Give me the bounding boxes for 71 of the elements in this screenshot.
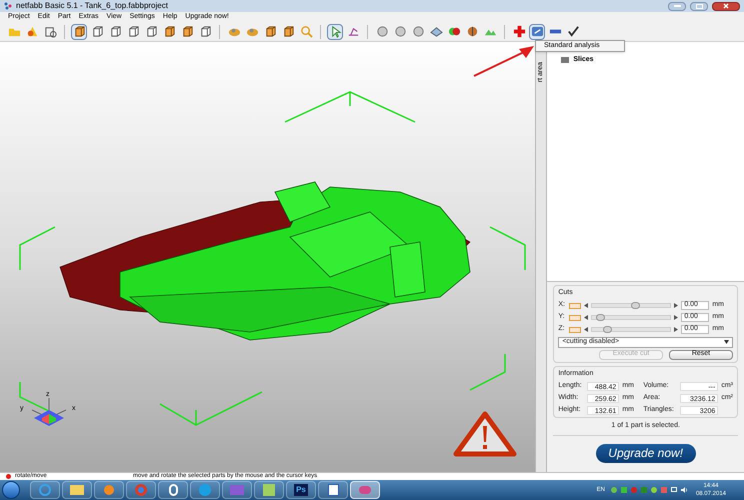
pill-icon — [448, 25, 460, 38]
slider-thumb[interactable] — [631, 302, 640, 309]
network-icon[interactable] — [670, 487, 677, 492]
sphere-icon — [394, 25, 406, 38]
measure-icon — [44, 25, 56, 38]
cube-icon — [126, 25, 140, 38]
cube-icon — [264, 25, 276, 38]
folder-icon — [70, 485, 84, 495]
ball-icon — [466, 25, 478, 38]
start-button[interactable] — [2, 481, 20, 499]
slider-track[interactable] — [591, 315, 672, 320]
analysis-button[interactable] — [529, 24, 545, 40]
taskbar-button[interactable] — [222, 481, 252, 499]
shell-icon — [430, 25, 442, 38]
left-arrow-icon[interactable] — [584, 315, 588, 320]
close-icon — [723, 3, 729, 9]
taskbar-button[interactable] — [318, 481, 348, 499]
taskbar-button[interactable] — [62, 481, 92, 499]
taskbar-button[interactable]: Ps — [286, 481, 316, 499]
rotate-tool-icon — [346, 25, 360, 38]
cube-icon — [198, 25, 212, 38]
speaker-icon[interactable] — [680, 487, 688, 493]
maximize-button[interactable] — [690, 2, 708, 10]
slider-thumb[interactable] — [603, 326, 612, 333]
right-arrow-icon[interactable] — [674, 315, 678, 320]
app-logo: Ps — [294, 484, 308, 496]
axis-color-button[interactable] — [569, 302, 582, 308]
taskbar-button[interactable] — [158, 481, 188, 499]
app-icon — [4, 2, 12, 10]
axis-color-button[interactable] — [569, 326, 582, 332]
ring-icon — [168, 484, 178, 496]
pointer-button[interactable] — [327, 24, 343, 40]
cube-icon — [162, 25, 176, 38]
slider-track[interactable] — [591, 303, 672, 308]
caret-icon — [724, 340, 729, 344]
warning-icon[interactable] — [452, 410, 518, 458]
right-arrow-icon[interactable] — [674, 327, 678, 332]
slider-track[interactable] — [591, 327, 672, 332]
sphere-icon — [376, 25, 388, 38]
left-arrow-icon[interactable] — [584, 303, 588, 308]
plus-button[interactable] — [511, 24, 527, 40]
axis-color-button[interactable] — [569, 314, 582, 320]
cube-icon — [90, 25, 104, 38]
cube-icon — [144, 25, 158, 38]
upgrade-button[interactable]: Upgrade now! — [596, 444, 696, 462]
left-arrow-icon[interactable] — [584, 327, 588, 332]
plus-icon — [512, 25, 526, 38]
slider-thumb[interactable] — [596, 314, 606, 321]
slices-icon — [561, 57, 570, 64]
cube-icon — [180, 25, 194, 38]
magnifier-icon — [300, 25, 312, 38]
close-button[interactable] — [712, 2, 740, 10]
taskbar-button[interactable] — [190, 481, 220, 499]
shapes-icon — [26, 25, 38, 38]
window-title: netfabb Basic 5.1 - Tank_6_top.fabbproject — [16, 0, 168, 12]
cube-button[interactable] — [71, 24, 87, 40]
taskbar-button[interactable] — [30, 481, 60, 499]
tank-model-drawing[interactable] — [60, 182, 470, 340]
cube-icon — [282, 25, 294, 38]
taskbar-button[interactable] — [126, 481, 156, 499]
analysis-icon — [530, 25, 544, 38]
taskbar-button[interactable] — [254, 481, 284, 499]
sphere-icon — [412, 25, 424, 38]
check-icon — [566, 25, 580, 38]
minimize-button[interactable] — [668, 2, 686, 10]
cube-icon — [72, 25, 86, 38]
right-arrow-icon[interactable] — [674, 303, 678, 308]
taskbar-button[interactable] — [350, 481, 380, 499]
cube-icon — [108, 25, 122, 38]
document-icon — [328, 484, 338, 496]
taskbar-button[interactable] — [94, 481, 124, 499]
